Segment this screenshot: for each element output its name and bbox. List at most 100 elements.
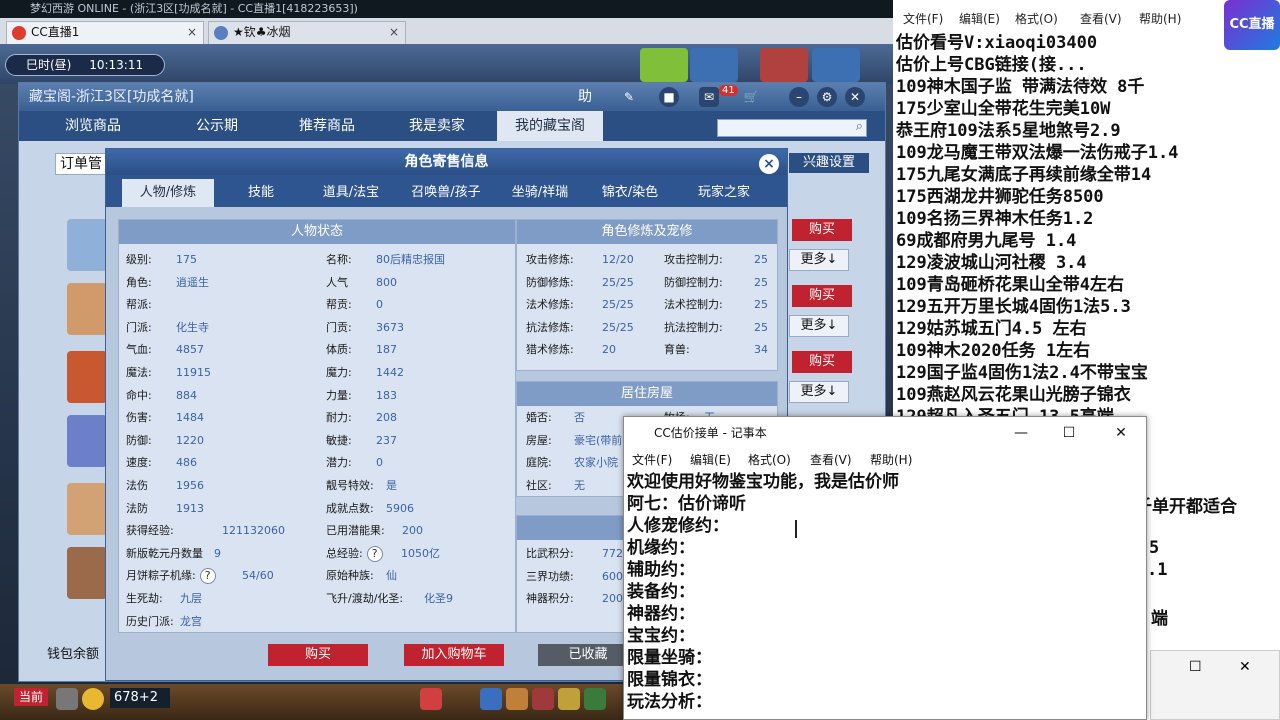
menu-file[interactable]: 文件(F) xyxy=(632,449,672,471)
menu-file[interactable]: 文件(F) xyxy=(903,10,943,27)
buy-button[interactable]: 购买 xyxy=(792,351,852,373)
add-to-cart-button[interactable]: 加入购物车 xyxy=(404,644,504,666)
tab-bingyan[interactable]: ★钦♣冰烟 × xyxy=(208,21,406,44)
tab-label: CC直播1 xyxy=(31,25,80,39)
search-icon[interactable]: ⌕ xyxy=(856,119,863,134)
more-button[interactable]: 更多↓ xyxy=(789,381,849,403)
row-label: 角色: xyxy=(126,275,152,289)
menu-view[interactable]: 查看(V) xyxy=(1080,10,1122,27)
window-title: 梦幻西游 ONLINE - (浙江3区[功成名就] - CC直播1[418223… xyxy=(0,0,893,18)
buy-button[interactable]: 购买 xyxy=(268,644,368,666)
nav-my-cbg[interactable]: 我的藏宝阁 xyxy=(497,111,603,141)
avatar[interactable] xyxy=(67,351,107,403)
row-label: 力量: xyxy=(326,388,352,402)
avatar[interactable] xyxy=(67,547,107,599)
help-icon[interactable]: ? xyxy=(366,545,383,562)
interest-settings-button[interactable]: 兴趣设置 xyxy=(789,153,869,173)
tab-items[interactable]: 道具/法宝 xyxy=(311,179,391,207)
avatar[interactable] xyxy=(67,283,107,335)
item-icon[interactable] xyxy=(532,688,554,710)
row-value: 逍遥生 xyxy=(176,275,209,289)
search-input[interactable] xyxy=(717,119,867,137)
item-icon[interactable] xyxy=(584,688,606,710)
row-value: 4857 xyxy=(176,343,204,357)
microphone-icon[interactable] xyxy=(56,688,78,710)
notepad-text-area[interactable]: 欢迎使用好物鉴宝功能，我是估价师 阿七：估价谛听 人修宠修约： 机缘约： 辅助约： 装备约… xyxy=(627,471,1127,713)
sword-icon[interactable] xyxy=(480,688,502,710)
row-label: 人气 xyxy=(326,275,348,289)
stop-icon[interactable]: ■ xyxy=(659,87,679,107)
tab-character[interactable]: 人物/修炼 xyxy=(122,179,214,207)
notepad-line: 装备约： xyxy=(627,582,695,602)
maximize-icon[interactable]: ☐ xyxy=(1046,417,1092,449)
row-value: 5906 xyxy=(386,501,414,515)
more-button[interactable]: 更多↓ xyxy=(789,315,849,337)
nav-browse[interactable]: 浏览商品 xyxy=(43,111,143,141)
text-fragment: 5 xyxy=(1149,538,1160,558)
row-label: 魔力: xyxy=(326,366,352,379)
maximize-icon[interactable]: ☐ xyxy=(1189,659,1202,675)
minimize-icon[interactable]: – xyxy=(789,87,809,107)
pet-icon[interactable] xyxy=(420,688,442,710)
menu-edit[interactable]: 编辑(E) xyxy=(690,449,731,471)
avatar[interactable] xyxy=(67,415,107,467)
channel-current-button[interactable]: 当前 xyxy=(14,688,48,706)
message-icon[interactable]: ✉ xyxy=(699,87,719,107)
status-row: 敏捷: 237 xyxy=(326,430,506,452)
menu-help[interactable]: 帮助(H) xyxy=(1139,10,1181,27)
emoji-icon[interactable] xyxy=(82,688,104,710)
menu-edit[interactable]: 编辑(E) xyxy=(959,10,1000,27)
notepad-line: 人修宠修约： xyxy=(627,516,729,536)
row-label: 新版乾元丹数量 xyxy=(126,546,203,560)
tab-summons[interactable]: 召唤兽/孩子 xyxy=(401,179,491,207)
help-icon[interactable]: ? xyxy=(199,568,216,585)
cart-icon[interactable]: 🛒 xyxy=(741,87,761,107)
status-row: 气血: 4857 xyxy=(126,339,316,361)
tab-home[interactable]: 玩家之家 xyxy=(686,179,762,207)
row-label: 攻击修炼: xyxy=(526,253,574,266)
tab-mounts[interactable]: 坐骑/祥瑞 xyxy=(502,179,578,207)
close-icon[interactable]: ✕ xyxy=(845,87,865,107)
menu-help[interactable]: 帮助(H) xyxy=(870,449,912,471)
help-button[interactable]: 助 xyxy=(575,87,595,107)
pet-portrait-icon[interactable] xyxy=(640,48,688,82)
row-value: 25/25 xyxy=(602,320,634,334)
close-icon[interactable]: ✕ xyxy=(1239,659,1251,675)
row-label: 婚否: xyxy=(526,411,552,424)
nav-public[interactable]: 公示期 xyxy=(167,111,267,141)
price-line: 175少室山全带花生完美10W xyxy=(896,99,1111,119)
minimize-icon[interactable]: — xyxy=(998,417,1044,449)
notepad-menu: 文件(F) 编辑(E) 格式(O) 查看(V) 帮助(H) xyxy=(624,449,1146,471)
tab-cc-live-1[interactable]: CC直播1 × xyxy=(6,21,204,44)
avatar[interactable] xyxy=(67,483,107,535)
status-row: 生死劫: 九层 xyxy=(126,588,316,610)
item-icon[interactable] xyxy=(558,688,580,710)
status-row: 新版乾元丹数量 9 xyxy=(126,543,316,565)
status-row: 法防 1913 xyxy=(126,498,316,520)
close-icon[interactable]: ✕ xyxy=(1098,417,1144,449)
gear-icon[interactable]: ⚙ xyxy=(817,87,837,107)
tab-outfits[interactable]: 锦衣/染色 xyxy=(592,179,668,207)
clock-time: 10:13:11 xyxy=(89,58,144,72)
menu-view[interactable]: 查看(V) xyxy=(810,449,852,471)
more-button[interactable]: 更多↓ xyxy=(789,249,849,271)
tab-skills[interactable]: 技能 xyxy=(226,179,296,207)
nav-recommend[interactable]: 推荐商品 xyxy=(277,111,377,141)
item-icon[interactable] xyxy=(67,219,107,271)
player-portrait-icon[interactable] xyxy=(760,48,808,82)
close-icon[interactable]: × xyxy=(187,22,197,43)
menu-format[interactable]: 格式(O) xyxy=(748,449,791,471)
buy-button[interactable]: 购买 xyxy=(792,285,852,307)
pen-icon[interactable]: ✎ xyxy=(619,87,639,107)
row-value: 237 xyxy=(376,433,397,447)
row-value: 187 xyxy=(376,343,397,357)
close-icon[interactable]: × xyxy=(759,154,779,174)
row-label: 房屋: xyxy=(526,433,552,447)
close-icon[interactable]: × xyxy=(389,22,399,43)
nav-seller[interactable]: 我是卖家 xyxy=(387,111,487,141)
row-value: 化生寺 xyxy=(176,320,209,334)
buy-button[interactable]: 购买 xyxy=(792,219,852,241)
menu-format[interactable]: 格式(O) xyxy=(1015,10,1058,27)
row-value: 600 xyxy=(602,569,623,583)
chest-icon[interactable] xyxy=(506,688,528,710)
